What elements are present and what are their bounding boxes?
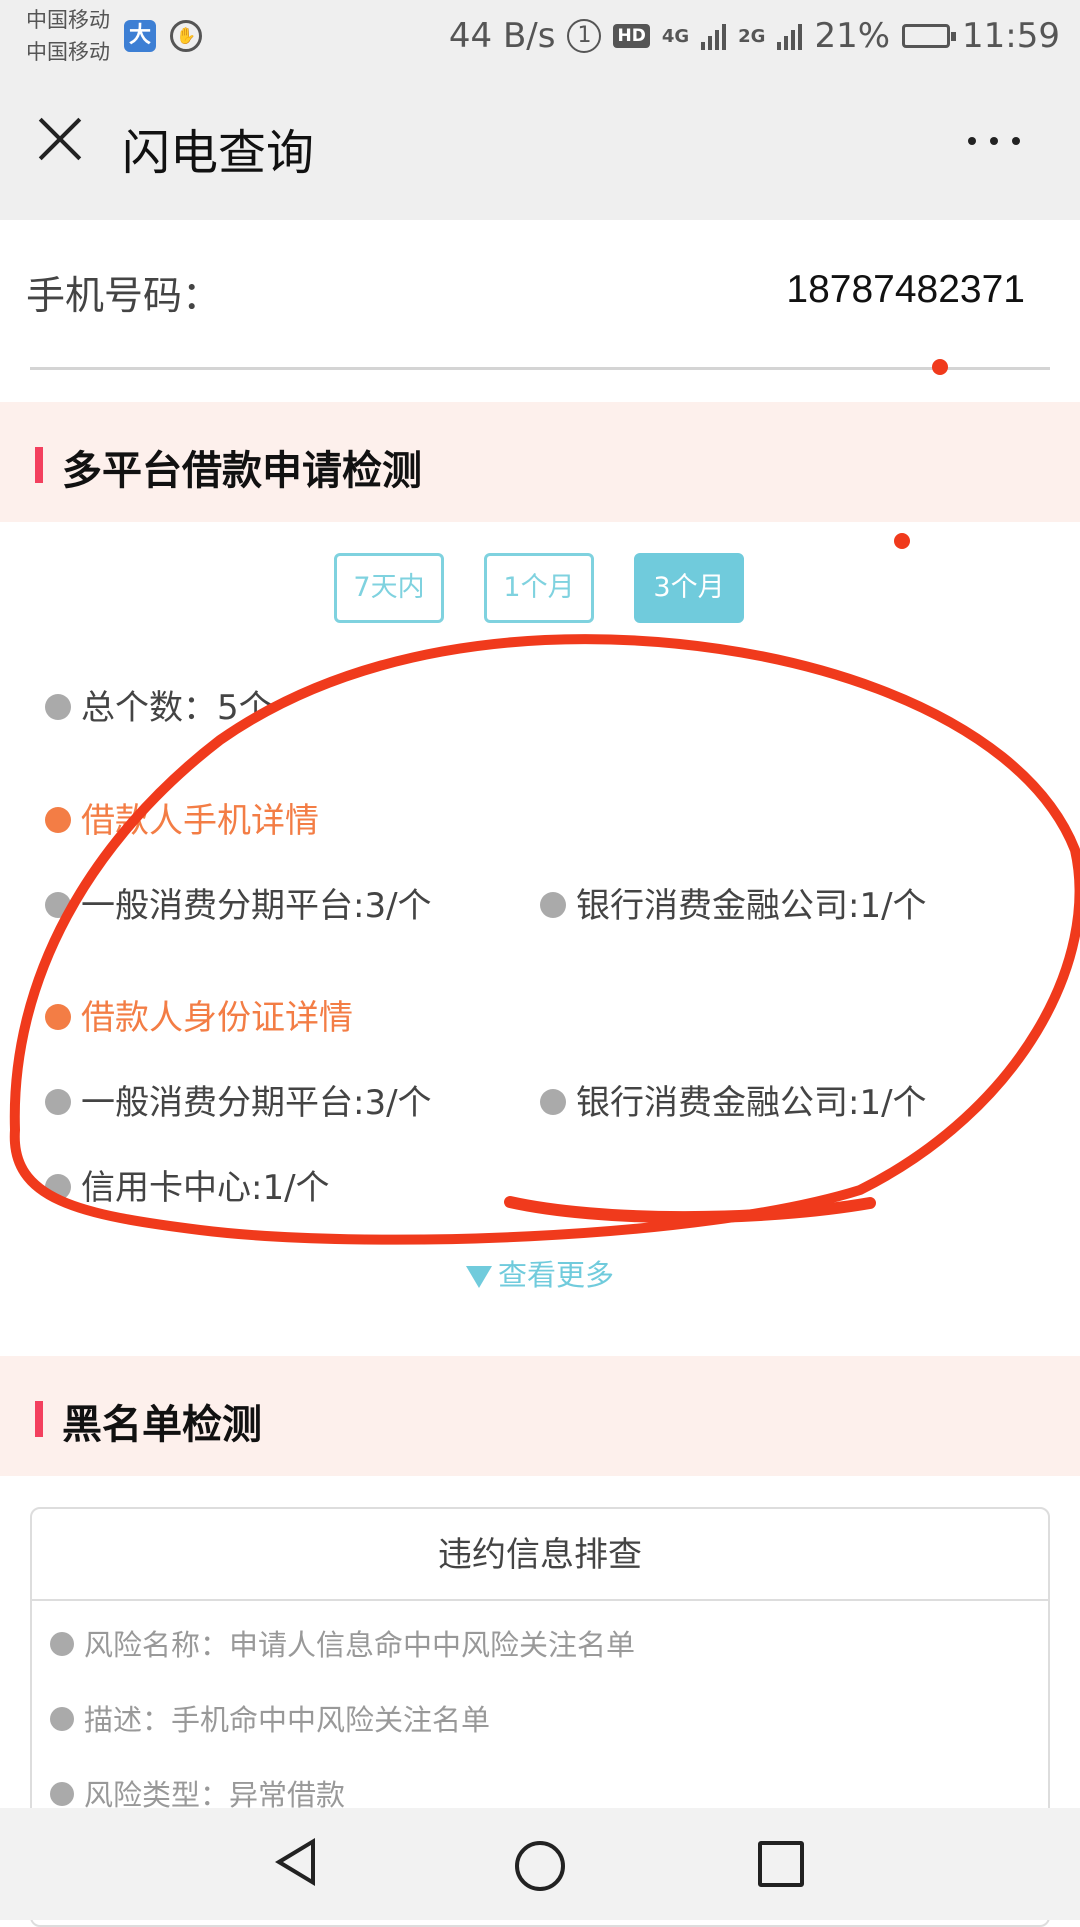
network-type-1: 4G [661,25,690,47]
list-item: 描述：手机命中中风险关注名单 [50,1697,490,1739]
list-item-text: 风险名称：申请人信息命中中风险关注名单 [84,1628,636,1662]
more-options-icon[interactable] [968,137,1020,145]
battery-percent: 21% [814,16,891,56]
status-right: 44 B/s 1 HD 4G 2G 21% 11:59 [449,14,1060,58]
home-icon[interactable] [515,1841,565,1891]
card-title: 违约信息排查 [32,1509,1048,1601]
list-item: 风险名称：申请人信息命中中风险关注名单 [50,1622,635,1664]
section-title-multi-platform: 多平台借款申请检测 [62,448,422,494]
list-item-text: 一般消费分期平台:3/个 [81,1083,432,1123]
battery-icon [902,24,957,48]
bullet-dot [50,1707,74,1731]
carrier-label-1: 中国移动 [26,8,110,32]
volte-icon: 1 [567,19,602,53]
title-bar: 闪电查询 [0,75,1080,220]
bullet-dot [45,1088,71,1115]
network-speed: 44 B/s [448,16,556,56]
shield-notification-icon: ✋ [170,20,202,52]
id-detail-title: 借款人身份证详情 [81,998,353,1038]
section-marker [35,1401,43,1437]
section-title-blacklist: 黑名单检测 [62,1402,262,1448]
list-item-text: 银行消费金融公司:1/个 [576,1083,927,1123]
list-item: 一般消费分期平台:3/个 [45,1075,432,1124]
see-more-link[interactable]: 查看更多 [466,1252,614,1294]
tab-1-month[interactable]: 1个月 [484,553,594,623]
triangle-down-icon [466,1266,492,1288]
phone-value: 18787482371 [786,268,1025,311]
hd-icon: HD [613,24,650,48]
list-item: 银行消费金融公司:1/个 [540,1075,927,1124]
list-item: 一般消费分期平台:3/个 [45,878,432,927]
list-item: 银行消费金融公司:1/个 [540,878,927,927]
section-marker [35,447,43,483]
total-count-row: 总个数：5个 [45,680,273,729]
list-item-text: 银行消费金融公司:1/个 [576,886,927,926]
signal-icon-1 [701,22,727,50]
total-count: 总个数：5个 [81,688,273,728]
list-item: 信用卡中心:1/个 [45,1160,330,1209]
back-icon[interactable] [275,1838,315,1886]
bullet-dot [50,1782,74,1806]
clock: 11:59 [962,16,1060,56]
bullet-dot [540,891,566,918]
divider [30,367,1050,370]
recent-apps-icon[interactable] [758,1841,804,1887]
annotation-circle [9,634,1080,1245]
carrier-label-2: 中国移动 [26,40,110,64]
id-detail-heading: 借款人身份证详情 [45,990,353,1039]
phone-detail-heading: 借款人手机详情 [45,793,319,842]
system-nav-bar [0,1808,1080,1920]
section-header-blacklist: 黑名单检测 [0,1356,1080,1476]
section-header-multi-platform: 多平台借款申请检测 [0,402,1080,522]
bullet-dot [45,1003,71,1030]
bullet-dot [45,693,71,720]
bullet-dot [45,806,71,833]
status-bar: 中国移动 中国移动 大 ✋ 44 B/s 1 HD 4G 2G 21% 11:5… [0,0,1080,75]
list-item-text: 信用卡中心:1/个 [81,1168,330,1208]
phone-detail-title: 借款人手机详情 [81,801,319,841]
list-item-text: 风险类型：异常借款 [84,1778,346,1812]
close-icon[interactable] [36,115,84,163]
page-title: 闪电查询 [122,125,315,181]
tab-3-months[interactable]: 3个月 [634,553,744,623]
network-type-2: 2G [738,25,766,47]
list-item-text: 一般消费分期平台:3/个 [81,886,432,926]
app-notification-icon: 大 [124,20,156,52]
bullet-dot [45,1173,71,1200]
annotation-dot [894,533,910,549]
see-more-label: 查看更多 [498,1258,615,1292]
phone-label: 手机号码： [26,274,222,319]
bullet-dot [50,1632,74,1656]
bullet-dot [540,1088,566,1115]
annotation-underline [504,1196,876,1224]
list-item-text: 描述：手机命中中风险关注名单 [84,1703,491,1737]
signal-icon-2 [777,22,803,50]
tab-7-days[interactable]: 7天内 [334,553,444,623]
bullet-dot [45,891,71,918]
